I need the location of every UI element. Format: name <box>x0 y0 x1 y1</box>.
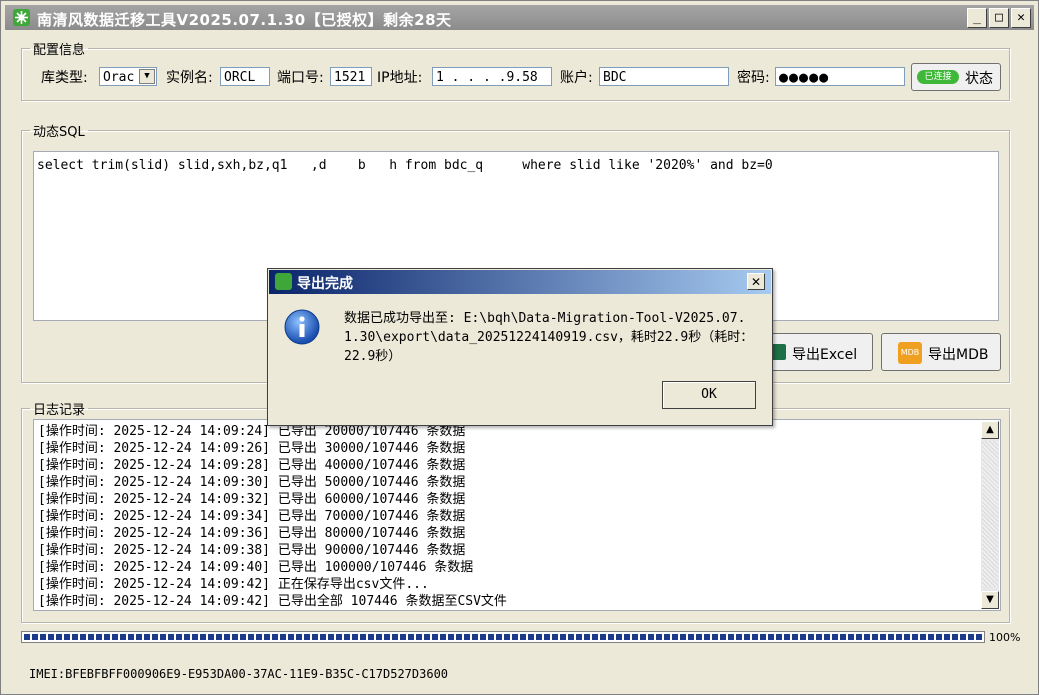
title-bar[interactable]: 南清风数据迁移工具V2025.07.1.30【已授权】剩余28天 _ □ ✕ <box>5 5 1034 30</box>
app-icon <box>13 9 30 26</box>
ip-input[interactable]: 1 . . . .9.58 <box>432 67 552 86</box>
close-button[interactable]: ✕ <box>1011 8 1031 28</box>
main-window: 南清风数据迁移工具V2025.07.1.30【已授权】剩余28天 _ □ ✕ 配… <box>0 0 1039 695</box>
log-line: [操作时间: 2025-12-24 14:09:42] 已导出全部 107446… <box>38 594 507 609</box>
scroll-up-icon[interactable]: ▲ <box>981 421 999 439</box>
log-list[interactable]: [操作时间: 2025-12-24 14:09:24] 已导出 20000/10… <box>33 419 1001 611</box>
status-button-label: 状态 <box>965 71 993 87</box>
config-legend: 配置信息 <box>33 43 86 58</box>
progress-fill <box>24 634 982 640</box>
mdb-icon: MDB <box>898 342 922 364</box>
account-label: 账户: <box>560 70 593 86</box>
window-title: 南清风数据迁移工具V2025.07.1.30【已授权】剩余28天 <box>37 11 452 29</box>
db-type-select[interactable]: Orac ▼ <box>99 67 157 86</box>
export-excel-label: 导出Excel <box>792 347 858 363</box>
dialog-app-icon <box>275 273 292 290</box>
scroll-track[interactable] <box>982 441 998 587</box>
scroll-down-icon[interactable]: ▼ <box>981 591 999 609</box>
export-mdb-button[interactable]: MDB 导出MDB <box>881 333 1001 371</box>
progress-bar <box>21 631 985 643</box>
dialog-message: 数据已成功导出至: E:\bqh\Data-Migration-Tool-V20… <box>344 311 754 364</box>
ok-button[interactable]: OK <box>662 381 756 409</box>
port-label: 端口号: <box>277 70 324 86</box>
db-type-label: 库类型: <box>41 70 88 86</box>
password-label: 密码: <box>737 70 770 86</box>
sql-legend: 动态SQL <box>33 125 85 140</box>
progress-label: 100% <box>989 631 1021 644</box>
ip-label: IP地址: <box>377 70 423 86</box>
status-button[interactable]: 已连接 状态 <box>911 63 1001 91</box>
log-scrollbar[interactable]: ▲ ▼ <box>981 421 999 609</box>
info-icon <box>284 309 320 345</box>
export-mdb-label: 导出MDB <box>928 347 989 363</box>
dialog-title: 导出完成 <box>297 276 353 292</box>
connected-badge: 已连接 <box>917 70 959 84</box>
log-legend: 日志记录 <box>33 403 86 418</box>
maximize-button[interactable]: □ <box>989 8 1009 28</box>
account-input[interactable]: BDC <box>599 67 729 86</box>
imei-text: IMEI:BFEBFBFF000906E9-E953DA00-37AC-11E9… <box>29 667 449 681</box>
password-input[interactable]: ●●●●● <box>775 67 905 86</box>
dialog-close-button[interactable]: ✕ <box>747 273 765 290</box>
dialog-title-bar[interactable]: 导出完成 ✕ <box>269 270 771 294</box>
minimize-button[interactable]: _ <box>967 8 987 28</box>
db-type-value: Orac <box>103 70 135 85</box>
chevron-down-icon[interactable]: ▼ <box>139 69 155 84</box>
instance-label: 实例名: <box>166 70 213 86</box>
export-complete-dialog: 导出完成 ✕ 数据已成功导出至: E:\bqh\Data-Migration-T… <box>267 268 773 426</box>
instance-input[interactable]: ORCL <box>220 67 270 86</box>
port-input[interactable]: 1521 <box>330 67 372 86</box>
